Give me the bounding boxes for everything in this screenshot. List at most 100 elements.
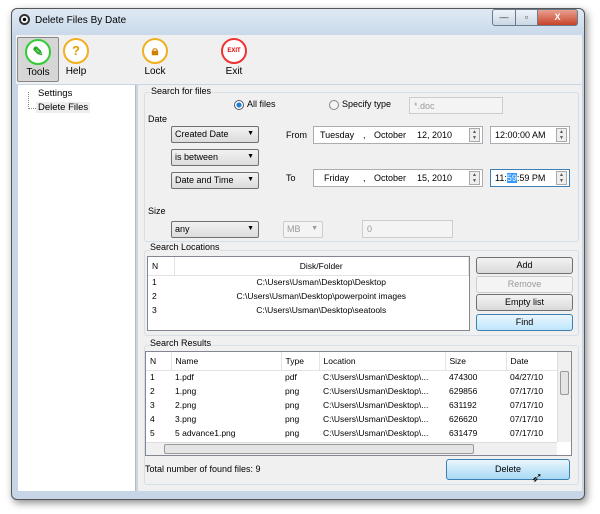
remove-button[interactable]: Remove — [476, 276, 573, 293]
result-row[interactable]: 4 3.png png C:\Users\Usman\Desktop\... 62662… — [146, 412, 560, 426]
locations-table: N Disk/Folder 1 C:\Users\Usman\Desktop\Des… — [147, 256, 470, 331]
col-header-type[interactable]: Type — [281, 352, 320, 371]
size-unit-value: MB — [287, 224, 301, 234]
location-row[interactable]: 3 C:\Users\Usman\Desktop\seatools — [148, 303, 469, 317]
date-mode-dropdown[interactable]: Date and Time ▼ — [171, 172, 259, 189]
toolbar — [16, 35, 582, 84]
col-header-date[interactable]: Date — [506, 352, 561, 371]
to-date-picker[interactable]: Friday , October 15, 2010 ▲ ▼ — [313, 169, 483, 187]
col-header-n[interactable]: N — [148, 257, 175, 276]
chevron-down-icon: ▼ — [247, 176, 254, 183]
location-row[interactable]: 1 C:\Users\Usman\Desktop\Desktop — [148, 275, 469, 289]
spin-updown-icon[interactable]: ▲ ▼ — [469, 128, 480, 142]
horizontal-scrollbar[interactable] — [146, 442, 557, 455]
date-condition-dropdown[interactable]: is between ▼ — [171, 149, 259, 166]
specify-type-radio[interactable] — [329, 100, 339, 110]
from-day: Tuesday — [320, 130, 355, 140]
from-time-picker[interactable]: 12:00:00 AM ▲ ▼ — [490, 126, 570, 144]
all-files-radio[interactable] — [234, 100, 244, 110]
result-n: 1 — [150, 372, 155, 383]
size-comparison-dropdown[interactable]: any ▼ — [171, 221, 259, 238]
result-location: C:\Users\Usman\Desktop\... — [323, 386, 429, 396]
lock-button[interactable]: 🔒︎ Lock — [134, 37, 176, 82]
delete-button[interactable]: Delete — [446, 459, 570, 480]
tools-button[interactable]: ✎ Tools — [17, 37, 59, 82]
result-size: 631479 — [449, 428, 478, 438]
col-header-location[interactable]: Location — [319, 352, 446, 371]
close-button[interactable]: X — [537, 9, 578, 26]
from-sep: , — [363, 130, 366, 140]
location-n: 3 — [152, 305, 157, 315]
vertical-scrollbar[interactable] — [557, 352, 571, 442]
results-label: Search Results — [150, 338, 212, 348]
result-name: 1.png — [175, 386, 197, 396]
result-size: 626620 — [449, 414, 478, 424]
add-button[interactable]: Add — [476, 257, 573, 274]
mouse-cursor-icon: ➶ — [531, 469, 543, 485]
tree-item-delete-files[interactable]: Delete Files — [36, 102, 91, 113]
specify-type-label: Specify type — [342, 99, 392, 109]
spin-updown-icon[interactable]: ▲ ▼ — [556, 128, 567, 142]
result-date: 07/17/10 — [510, 400, 544, 410]
result-row[interactable]: 2 1.png png C:\Users\Usman\Desktop\... 62985… — [146, 384, 560, 398]
search-group-label: Search for files — [150, 86, 213, 96]
exit-button[interactable]: EXIT Exit — [213, 37, 255, 82]
exit-label: Exit — [225, 66, 243, 77]
find-button[interactable]: Find — [476, 314, 573, 331]
location-path: C:\Users\Usman\Desktop\powerpoint images — [236, 291, 407, 301]
app-icon — [19, 14, 30, 25]
from-date-picker[interactable]: Tuesday , October 12, 2010 ▲ ▼ — [313, 126, 483, 144]
location-n: 2 — [152, 291, 157, 301]
window-title: Delete Files By Date — [35, 15, 127, 26]
to-time-picker[interactable]: 11:59:59 PM ▲ ▼ — [490, 169, 570, 187]
size-unit-dropdown[interactable]: MB ▼ — [283, 221, 323, 238]
result-row[interactable]: 3 2.png png C:\Users\Usman\Desktop\... 63119… — [146, 398, 560, 412]
maximize-button[interactable]: ▫ — [515, 9, 538, 26]
chevron-down-icon: ▼ — [247, 130, 254, 137]
exit-icon: EXIT — [221, 38, 247, 64]
result-type: png — [285, 386, 300, 396]
col-header-folder[interactable]: Disk/Folder — [174, 257, 469, 276]
chevron-down-icon: ▼ — [247, 225, 254, 232]
spin-updown-icon[interactable]: ▲ ▼ — [556, 171, 567, 185]
result-name: 5 advance1.png — [175, 428, 236, 438]
to-label: To — [286, 173, 296, 183]
result-location: C:\Users\Usman\Desktop\... — [323, 400, 429, 410]
help-icon: ? — [63, 38, 89, 64]
tree-item-settings[interactable]: Settings — [38, 88, 72, 99]
result-row[interactable]: 5 5 advance1.png png C:\Users\Usman\Desktop… — [146, 426, 560, 440]
date-mode-value: Date and Time — [175, 175, 234, 185]
file-type-input[interactable]: *.doc — [409, 97, 503, 114]
tools-label: Tools — [26, 67, 50, 78]
col-header-n[interactable]: N — [146, 352, 172, 371]
col-header-size[interactable]: Size — [445, 352, 507, 371]
empty-list-button[interactable]: Empty list — [476, 294, 573, 311]
all-files-label: All files — [247, 99, 276, 109]
size-value-input[interactable]: 0 — [362, 220, 453, 238]
spin-updown-icon[interactable]: ▲ ▼ — [469, 171, 480, 185]
navigation-tree: Settings Delete Files — [18, 85, 136, 491]
help-button[interactable]: ? Help — [55, 37, 97, 82]
from-label: From — [286, 130, 307, 140]
size-comparison-value: any — [175, 224, 190, 234]
date-field-dropdown[interactable]: Created Date ▼ — [171, 126, 259, 143]
result-type: png — [285, 400, 300, 410]
to-time-minute-selected: 59 — [506, 173, 517, 183]
result-type: png — [285, 428, 300, 438]
result-date: 07/17/10 — [510, 414, 544, 424]
result-row[interactable]: 1 1.pdf pdf C:\Users\Usman\Desktop\... 47430… — [146, 370, 560, 384]
result-type: png — [285, 414, 300, 424]
to-date: 15, 2010 — [417, 173, 453, 183]
result-name: 1.pdf — [175, 372, 194, 383]
result-n: 2 — [150, 386, 155, 396]
result-date: 07/17/10 — [510, 386, 544, 396]
result-date: 04/27/10 — [510, 372, 544, 383]
to-month: October — [374, 173, 407, 183]
minimize-button[interactable]: — — [492, 9, 516, 26]
location-row[interactable]: 2 C:\Users\Usman\Desktop\powerpoint image… — [148, 289, 469, 303]
col-header-name[interactable]: Name — [171, 352, 282, 371]
result-type: pdf — [285, 372, 297, 383]
result-location: C:\Users\Usman\Desktop\... — [323, 414, 429, 424]
result-location: C:\Users\Usman\Desktop\... — [323, 372, 429, 383]
date-condition-value: is between — [175, 152, 219, 162]
